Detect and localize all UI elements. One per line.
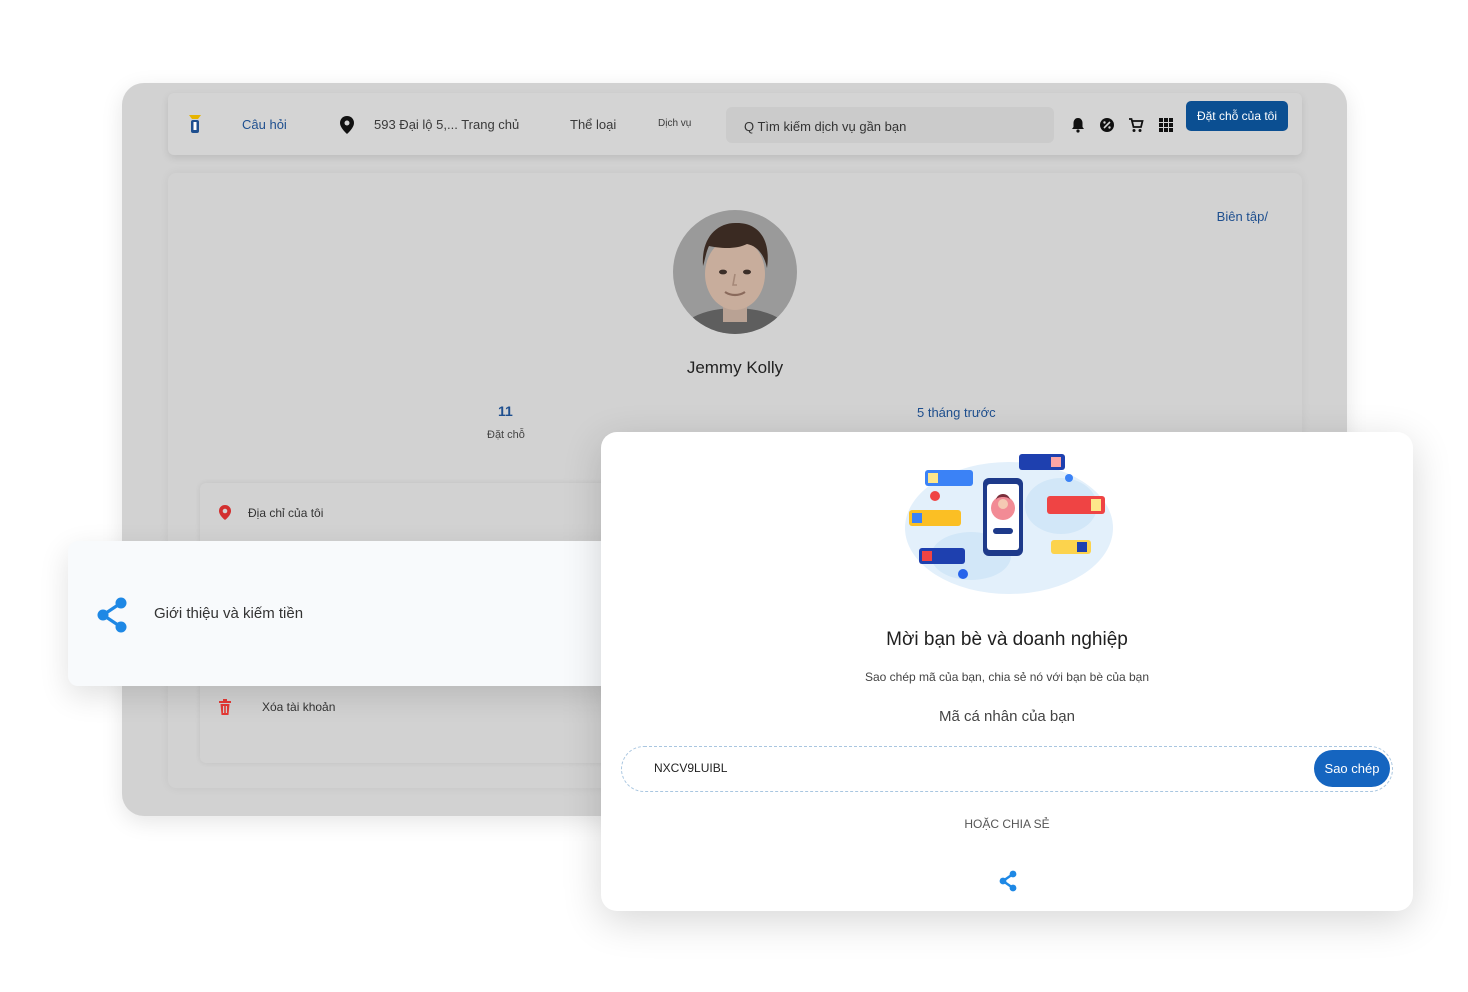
referral-card[interactable]: Giới thiệu và kiếm tiền [68, 541, 628, 686]
service-menu[interactable]: Dịch vụ [658, 118, 691, 129]
referral-code-input[interactable] [654, 759, 1154, 777]
bookings-label: Đặt chỗ [487, 429, 525, 441]
map-pin-icon [219, 505, 231, 520]
profile-name: Jemmy Kolly [686, 358, 784, 377]
cart-icon[interactable] [1128, 117, 1144, 133]
bookings-count: 11 [498, 403, 513, 419]
app-stage: Câu hỏi 593 Đại lộ 5,... Trang chủ Thể l… [0, 0, 1468, 992]
menu-item-delete-account[interactable]: Xóa tài khoản [200, 679, 620, 735]
invite-subtitle: Sao chép mã của bạn, chia sẻ nó với bạn … [864, 670, 1150, 684]
menu-item-my-address[interactable]: Địa chỉ của tôi [200, 485, 620, 541]
my-bookings-button[interactable]: Đặt chỗ của tôi [1186, 101, 1288, 131]
map-pin-icon [340, 116, 354, 134]
search-placeholder: Q Tìm kiếm dịch vụ gần bạn [744, 119, 907, 134]
bell-icon[interactable] [1070, 117, 1086, 133]
invite-title: Mời bạn bè và doanh nghiệp [886, 629, 1128, 650]
faq-link[interactable]: Câu hỏi [242, 117, 287, 132]
badge-icon[interactable] [1099, 117, 1115, 133]
member-since: 5 tháng trước [917, 405, 996, 420]
share-icon [97, 597, 127, 633]
invite-illustration [905, 454, 1113, 594]
category-menu[interactable]: Thể loại [570, 117, 616, 132]
address-selector[interactable]: 593 Đại lộ 5,... Trang chủ [374, 117, 519, 132]
search-bar[interactable]: Q Tìm kiếm dịch vụ gần bạn [726, 107, 1054, 143]
brand-logo-icon[interactable] [186, 113, 204, 135]
referral-label: Giới thiệu và kiếm tiền [154, 605, 304, 622]
menu-item-label: Địa chỉ của tôi [248, 506, 324, 520]
code-label: Mã cá nhân của bạn [939, 708, 1075, 725]
share-icon[interactable] [998, 870, 1018, 892]
top-navbar: Câu hỏi 593 Đại lộ 5,... Trang chủ Thể l… [168, 93, 1302, 155]
or-share-label: HOẶC CHIA SẺ [964, 817, 1050, 831]
copy-button[interactable]: Sao chép [1314, 750, 1390, 787]
avatar [673, 210, 797, 334]
referral-code-field: Sao chép [621, 746, 1393, 792]
invite-modal: Mời bạn bè và doanh nghiệp Sao chép mã c… [601, 432, 1413, 911]
menu-item-label: Xóa tài khoản [262, 700, 336, 714]
grid-icon[interactable] [1158, 117, 1174, 133]
edit-profile-link[interactable]: Biên tập/ [1217, 209, 1268, 224]
trash-icon [219, 699, 231, 715]
